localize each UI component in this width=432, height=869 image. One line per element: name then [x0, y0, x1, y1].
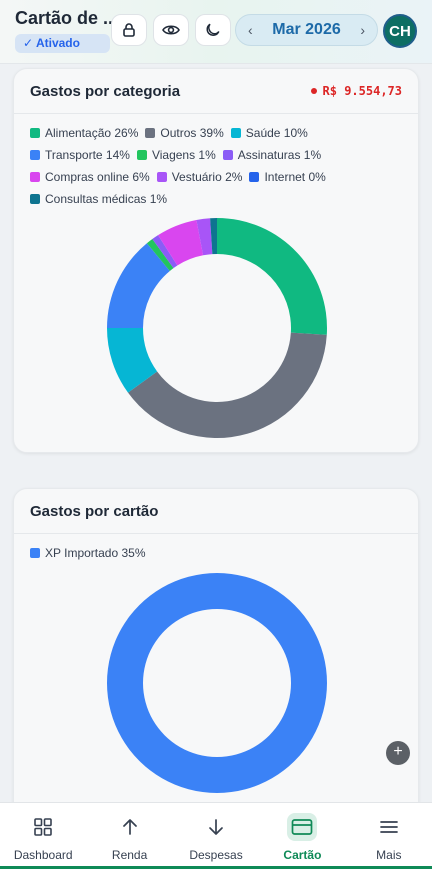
legend-label: Alimentação 26%	[45, 126, 139, 140]
lock-button[interactable]	[111, 14, 147, 46]
card-title: Gastos por cartão	[30, 503, 159, 520]
card-spending-card: Gastos por cartão XP Importado 35%	[13, 488, 419, 818]
legend-swatch	[30, 128, 40, 138]
legend-swatch	[230, 128, 241, 138]
legend-row: Alimentação 26% Outros 39% Saúde 10%	[30, 122, 333, 144]
slice-alimentação[interactable]	[217, 218, 327, 335]
legend-item[interactable]: Assinaturas 1%	[222, 148, 322, 162]
grid-icon	[34, 818, 53, 836]
legend-item[interactable]: Consultas médicas 1%	[30, 192, 167, 206]
nav-label: Mais	[376, 848, 402, 862]
nav-label: Cartão	[283, 848, 322, 862]
next-month-button[interactable]: ›	[360, 22, 365, 38]
legend-swatch	[136, 150, 147, 160]
legend-item[interactable]: Transporte 14%	[30, 148, 130, 162]
legend-swatch	[30, 194, 40, 204]
legend-label: Transporte 14%	[45, 148, 130, 162]
app-header: Cartão de ... ✓ Ativado ‹ Mar 2026 › CH	[0, 0, 432, 64]
visibility-button[interactable]	[153, 14, 189, 46]
add-button[interactable]: +	[386, 741, 410, 765]
legend-item[interactable]: XP Importado 35%	[30, 546, 146, 560]
moon-icon	[206, 23, 220, 36]
legend-swatch	[222, 150, 233, 160]
page-title: Cartão de ...	[15, 8, 119, 28]
chart-legend: XP Importado 35%	[30, 542, 153, 564]
nav-label: Despesas	[189, 848, 243, 862]
legend-label: Internet 0%	[264, 170, 326, 184]
legend-item[interactable]: Internet 0%	[249, 170, 326, 184]
legend-row: Transporte 14% Viagens 1% Assinaturas 1%	[30, 144, 333, 166]
card-icon	[292, 819, 313, 835]
prev-month-button[interactable]: ‹	[248, 22, 253, 38]
nav-item-mais[interactable]: Mais	[346, 803, 432, 869]
legend-label: Vestuário 2%	[171, 170, 243, 184]
nav-label: Dashboard	[13, 848, 73, 862]
legend-row: Compras online 6% Vestuário 2% Internet 0%	[30, 166, 333, 188]
eye-icon	[162, 25, 180, 35]
nav-item-cartao[interactable]: Cartão	[259, 803, 345, 869]
legend-swatch	[145, 128, 156, 138]
bottom-navigation: Dashboard Renda Despesas Cartão Mais	[0, 802, 432, 869]
legend-label: Viagens 1%	[151, 148, 216, 162]
legend-item[interactable]: Saúde 10%	[230, 126, 308, 140]
avatar[interactable]: CH	[383, 14, 417, 48]
legend-row: Consultas médicas 1%	[30, 188, 333, 210]
legend-swatch	[30, 548, 40, 558]
status-badge: ✓ Ativado	[15, 34, 110, 53]
menu-icon	[379, 821, 398, 833]
nav-item-dashboard[interactable]: Dashboard	[0, 803, 86, 869]
legend-item[interactable]: Alimentação 26%	[30, 126, 138, 140]
legend-swatch	[30, 150, 40, 160]
category-donut-chart	[107, 218, 327, 438]
card-header: Gastos por categoria R$ 9.554,73	[14, 69, 418, 114]
card-donut-chart	[106, 573, 327, 793]
legend-row: XP Importado 35%	[30, 542, 153, 564]
legend-item[interactable]: Compras online 6%	[30, 170, 150, 184]
category-spending-card: Gastos por categoria R$ 9.554,73 Aliment…	[13, 68, 419, 453]
legend-label: Saúde 10%	[245, 126, 308, 140]
arrow-up-icon	[122, 819, 137, 835]
status-dot	[310, 87, 317, 94]
slice-outros[interactable]	[128, 332, 327, 438]
lock-icon	[123, 23, 135, 37]
legend-item[interactable]: Vestuário 2%	[156, 170, 243, 184]
legend-item[interactable]: Outros 39%	[145, 126, 224, 140]
legend-swatch	[30, 172, 40, 182]
legend-label: Assinaturas 1%	[237, 148, 322, 162]
legend-label: Consultas médicas 1%	[45, 192, 168, 206]
legend-label: XP Importado 35%	[45, 546, 146, 560]
arrow-down-icon	[209, 819, 223, 835]
legend-item[interactable]: Viagens 1%	[136, 148, 216, 162]
month-selector: ‹ Mar 2026 ›	[235, 14, 378, 46]
slice-xp-importado[interactable]	[106, 573, 327, 793]
nav-item-despesas[interactable]: Despesas	[173, 803, 259, 869]
legend-label: Compras online 6%	[45, 170, 150, 184]
nav-item-renda[interactable]: Renda	[86, 803, 172, 869]
total-amount: R$ 9.554,73	[310, 84, 402, 98]
legend-swatch	[156, 172, 167, 182]
chart-legend: Alimentação 26% Outros 39% Saúde 10% Transp…	[30, 122, 333, 210]
legend-label: Outros 39%	[160, 126, 224, 140]
current-month[interactable]: Mar 2026	[272, 21, 341, 39]
card-title: Gastos por categoria	[30, 83, 181, 100]
legend-swatch	[249, 172, 260, 182]
nav-label: Renda	[111, 848, 148, 862]
theme-toggle-button[interactable]	[195, 14, 231, 46]
card-header: Gastos por cartão	[14, 489, 418, 534]
